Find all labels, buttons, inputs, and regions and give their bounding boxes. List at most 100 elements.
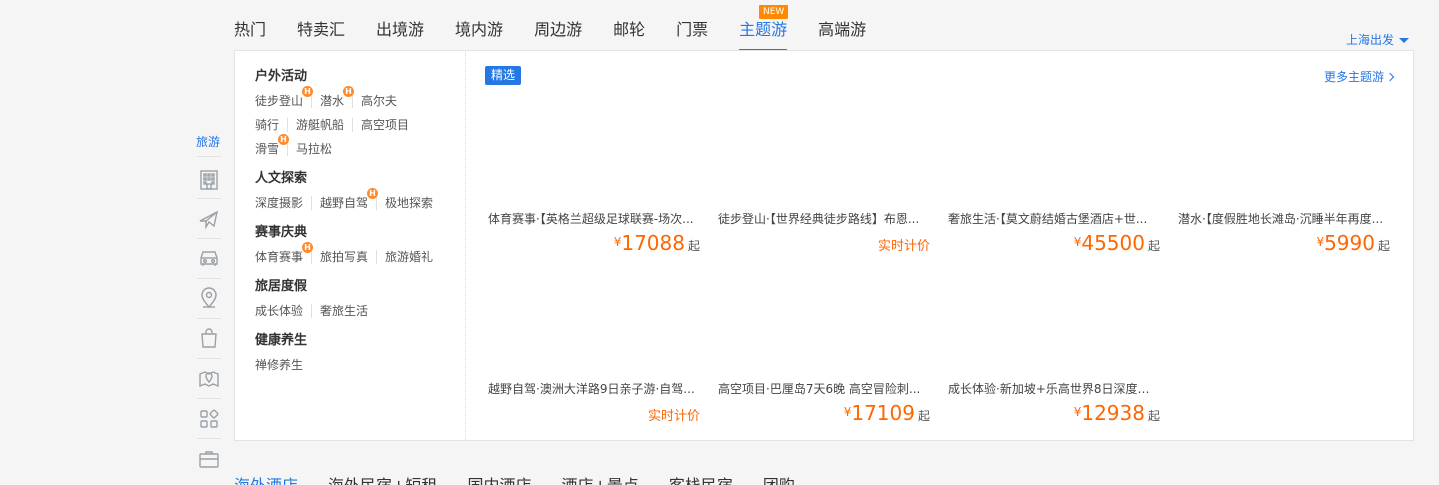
rail-divider <box>197 156 221 157</box>
product-price: ¥12938 起 <box>1074 401 1160 425</box>
product-card[interactable]: 徒步登山·【世界经典徒步路线】布恩... 实时计价 <box>718 211 930 271</box>
category-link[interactable]: 体育赛事 H <box>255 242 314 264</box>
tab-domestic-hotel[interactable]: 国内酒店 <box>467 476 531 485</box>
tab-cruise[interactable]: 邮轮 <box>613 18 645 46</box>
category-group: 人文探索深度摄影 越野自驾 H 极地探索 <box>255 169 455 215</box>
product-card[interactable]: 越野自驾·澳洲大洋路9日亲子游·自驾... 实时计价 <box>488 381 700 441</box>
price-suffix: 起 <box>1147 409 1160 423</box>
tab-tickets[interactable]: 门票 <box>676 18 708 46</box>
price-value: 45500 <box>1081 231 1145 255</box>
rail-divider <box>197 278 221 279</box>
car-icon[interactable] <box>197 246 221 270</box>
hotel-tabs: 海外酒店 海外民宿+短租 国内酒店 酒店+景点 客栈民宿 团购 <box>234 476 825 485</box>
category-link[interactable]: 游艇帆船 <box>296 118 354 132</box>
category-title: 赛事庆典 <box>255 225 308 240</box>
tab-hot[interactable]: 热门 <box>234 18 266 46</box>
category-link[interactable]: 潜水 H <box>320 86 355 108</box>
category-link-label: 极地探索 <box>385 196 434 210</box>
category-items: 禅修养生 <box>255 353 455 377</box>
rail-label-travel[interactable]: 旅游 <box>196 133 220 150</box>
tab-theme-tour[interactable]: 主题游 <box>739 18 788 51</box>
realtime-price-label: 实时计价 <box>647 409 700 424</box>
category-link[interactable]: 高空项目 <box>361 118 417 132</box>
category-link[interactable]: 极地探索 <box>385 196 441 210</box>
product-card[interactable]: 成长体验·新加坡+乐高世界8日深度亲... ¥12938 起 <box>948 381 1160 441</box>
category-link[interactable]: 奢旅生活 <box>320 304 376 318</box>
departure-city-dropdown[interactable]: 上海出发 <box>1346 31 1410 48</box>
category-link-label: 马拉松 <box>296 142 333 156</box>
product-title: 潜水·【度假胜地长滩岛·沉睡半年再度... <box>1178 212 1384 226</box>
featured-badge: 精选 <box>485 66 522 85</box>
panel-divider <box>465 51 466 440</box>
hot-badge-icon: H <box>278 134 290 145</box>
chevron-right-icon <box>1385 72 1395 82</box>
shopping-bag-icon[interactable] <box>197 326 221 350</box>
category-list: 户外活动 徒步登山 H 潜水 H 高尔夫 骑行 游艇帆船 高空项目 滑雪 H 马拉松 人文探索 深度摄影越… <box>255 67 455 385</box>
tab-hotel-attractions[interactable]: 酒店+景点 <box>561 476 638 485</box>
category-title: 旅居度假 <box>255 279 308 294</box>
category-link[interactable]: 旅拍写真 <box>320 250 378 264</box>
category-items: 体育赛事 H 旅拍写真 旅游婚礼 <box>255 242 455 269</box>
category-link[interactable]: 骑行 <box>255 118 289 132</box>
grid-apps-icon[interactable] <box>197 407 221 431</box>
tab-special-sale[interactable]: 特卖汇 <box>297 18 345 46</box>
tab-overseas-hotel[interactable]: 海外酒店 <box>234 476 298 485</box>
product-card[interactable]: 高空项目·巴厘岛7天6晚 高空冒险刺... ¥17109 起 <box>718 381 930 441</box>
category-link-label: 高尔夫 <box>361 94 398 108</box>
tab-domestic[interactable]: 境内游 <box>455 18 503 46</box>
tab-group-buy[interactable]: 团购 <box>763 476 795 485</box>
category-link-label: 旅拍写真 <box>320 250 369 264</box>
category-link-label: 徒步登山 <box>255 94 304 108</box>
category-group: 户外活动 徒步登山 H 潜水 H 高尔夫 骑行 游艇帆船 高空项目 滑雪 H 马拉松 <box>255 67 455 161</box>
category-title: 人文探索 <box>255 171 308 186</box>
rail-divider <box>197 238 221 239</box>
category-link-label: 游艇帆船 <box>296 118 345 132</box>
hotel-icon[interactable] <box>197 168 221 192</box>
category-link-label: 深度摄影 <box>255 196 304 210</box>
category-title: 户外活动 <box>255 69 308 84</box>
tab-nearby[interactable]: 周边游 <box>534 18 582 46</box>
product-title: 奢旅生活·【莫文蔚结婚古堡酒店+世... <box>948 212 1148 226</box>
hot-badge-icon: H <box>302 86 314 97</box>
category-link-label: 奢旅生活 <box>320 304 369 318</box>
new-badge: NEW <box>759 5 789 19</box>
category-items: 徒步登山 H 潜水 H 高尔夫 骑行 游艇帆船 高空项目 滑雪 H 马拉松 <box>255 86 455 161</box>
category-link[interactable]: 深度摄影 <box>255 196 313 210</box>
category-link-label: 旅游婚礼 <box>385 250 434 264</box>
category-link[interactable]: 成长体验 <box>255 304 313 318</box>
category-group: 旅居度假成长体验 奢旅生活 <box>255 277 455 323</box>
realtime-price-label: 实时计价 <box>877 239 930 254</box>
briefcase-icon[interactable] <box>197 447 221 471</box>
product-card[interactable]: 潜水·【度假胜地长滩岛·沉睡半年再度... ¥5990 起 <box>1178 211 1390 271</box>
product-card[interactable]: 奢旅生活·【莫文蔚结婚古堡酒店+世... ¥45500 起 <box>948 211 1160 271</box>
tab-inn-homestay[interactable]: 客栈民宿 <box>669 476 733 485</box>
tab-overseas-homestay[interactable]: 海外民宿+短租 <box>328 476 437 485</box>
category-link[interactable]: 徒步登山 H <box>255 86 314 108</box>
top-tabs: 热门 特卖汇 出境游 境内游 周边游 邮轮 门票 主题游 高端游 <box>234 18 897 51</box>
product-price: ¥17088 起 <box>614 231 700 255</box>
category-link[interactable]: 禅修养生 <box>255 358 311 372</box>
category-link[interactable]: 越野自驾 H <box>320 188 379 210</box>
price-value: 17109 <box>851 401 915 425</box>
hot-badge-icon: H <box>302 242 314 253</box>
tab-premium[interactable]: 高端游 <box>818 18 866 46</box>
category-link[interactable]: 马拉松 <box>296 142 340 156</box>
category-group: 健康养生 禅修养生 <box>255 331 455 377</box>
tab-outbound[interactable]: 出境游 <box>376 18 424 46</box>
product-card[interactable]: 体育赛事·【英格兰超级足球联赛-场次... ¥17088 起 <box>488 211 700 271</box>
plane-icon[interactable] <box>197 208 221 232</box>
price-suffix: 起 <box>1377 239 1390 253</box>
hot-badge-icon: H <box>367 188 379 199</box>
category-link-label: 体育赛事 <box>255 250 304 264</box>
map-pin-icon[interactable] <box>197 366 221 390</box>
rail-divider <box>197 438 221 439</box>
more-link-label: 更多主题游 <box>1323 70 1384 84</box>
location-pin-icon[interactable] <box>197 286 221 310</box>
category-link[interactable]: 高尔夫 <box>361 94 405 108</box>
rail-divider <box>197 318 221 319</box>
more-theme-tours-link[interactable]: 更多主题游 <box>1323 68 1395 85</box>
category-link-label: 禅修养生 <box>255 358 304 372</box>
category-link[interactable]: 旅游婚礼 <box>385 250 441 264</box>
category-link[interactable]: 滑雪 H <box>255 134 290 156</box>
category-link-label: 高空项目 <box>361 118 410 132</box>
